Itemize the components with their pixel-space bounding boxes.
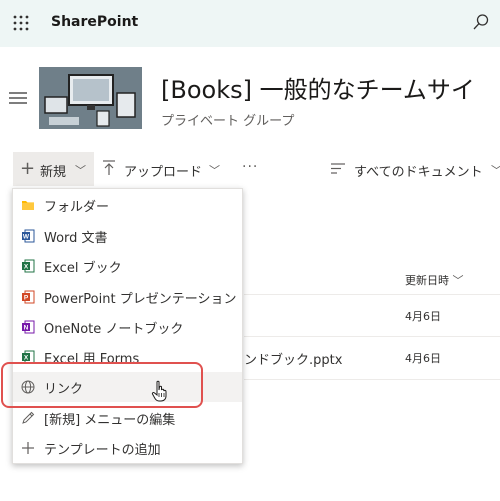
menu-item-word[interactable]: W Word 文書 (13, 221, 242, 251)
svg-text:P: P (24, 295, 29, 302)
chevron-down-icon: ﹀ (75, 164, 86, 177)
svg-text:X: X (24, 355, 29, 362)
upload-button[interactable]: アップロード (124, 161, 202, 180)
chevron-down-icon[interactable]: ﹀ (209, 162, 220, 178)
site-subtitle: プライベート グループ (161, 114, 295, 129)
row-modified: 4月6日 (405, 352, 441, 365)
svg-text:X: X (24, 264, 29, 271)
menu-item-powerpoint[interactable]: P PowerPoint プレゼンテーション (13, 282, 242, 312)
menu-item-label: [新規] メニューの編集 (44, 413, 176, 428)
onenote-icon: N (22, 320, 35, 334)
hand-cursor-icon (151, 380, 167, 402)
row-file-name[interactable]: ンドブック.pptx (244, 349, 342, 368)
menu-item-folder[interactable]: フォルダー (13, 190, 242, 220)
menu-item-add-template[interactable]: テンプレートの追加 (13, 433, 242, 463)
new-button-label: 新規 (40, 165, 67, 180)
menu-item-label: テンプレートの追加 (44, 443, 161, 458)
menu-item-onenote[interactable]: N OneNote ノートブック (13, 312, 242, 342)
row-modified: 4月6日 (405, 310, 441, 323)
view-options-icon[interactable] (331, 163, 345, 174)
app-launcher-icon[interactable] (12, 14, 30, 32)
search-icon[interactable] (472, 13, 490, 31)
plus-icon: + (20, 158, 36, 179)
chevron-down-icon[interactable]: ﹀ (491, 162, 500, 178)
hamburger-menu-icon[interactable] (8, 90, 28, 106)
new-menu: フォルダー W Word 文書 X Excel ブック P PowerPoint… (12, 188, 243, 464)
column-header-modified[interactable]: 更新日時 ﹀ (405, 272, 464, 288)
plus-icon (22, 442, 34, 454)
more-options-icon[interactable]: ··· (242, 159, 258, 175)
folder-icon (22, 201, 34, 210)
svg-text:N: N (24, 325, 29, 332)
menu-item-label: PowerPoint プレゼンテーション (44, 292, 237, 307)
menu-item-label: フォルダー (44, 200, 110, 215)
menu-item-label: OneNote ノートブック (44, 322, 184, 337)
pencil-icon (22, 411, 35, 424)
powerpoint-icon: P (22, 290, 35, 304)
word-icon: W (22, 229, 35, 243)
chevron-down-icon: ﹀ (452, 274, 464, 287)
column-header-modified-label: 更新日時 (405, 274, 449, 287)
svg-text:W: W (23, 234, 30, 241)
view-selector[interactable]: すべてのドキュメント (354, 161, 483, 180)
row-divider (244, 294, 500, 295)
site-logo[interactable] (39, 67, 142, 129)
menu-item-label: Word 文書 (44, 231, 108, 246)
row-divider (244, 379, 500, 380)
upload-icon[interactable] (102, 160, 116, 176)
app-name[interactable]: SharePoint (51, 14, 138, 30)
menu-item-label: Excel ブック (44, 261, 122, 276)
menu-item-excel[interactable]: X Excel ブック (13, 251, 242, 281)
excel-icon: X (22, 259, 35, 273)
site-title[interactable]: [Books] 一般的なチームサイ (161, 70, 475, 105)
highlight-annotation (1, 362, 203, 408)
row-divider (244, 336, 500, 337)
